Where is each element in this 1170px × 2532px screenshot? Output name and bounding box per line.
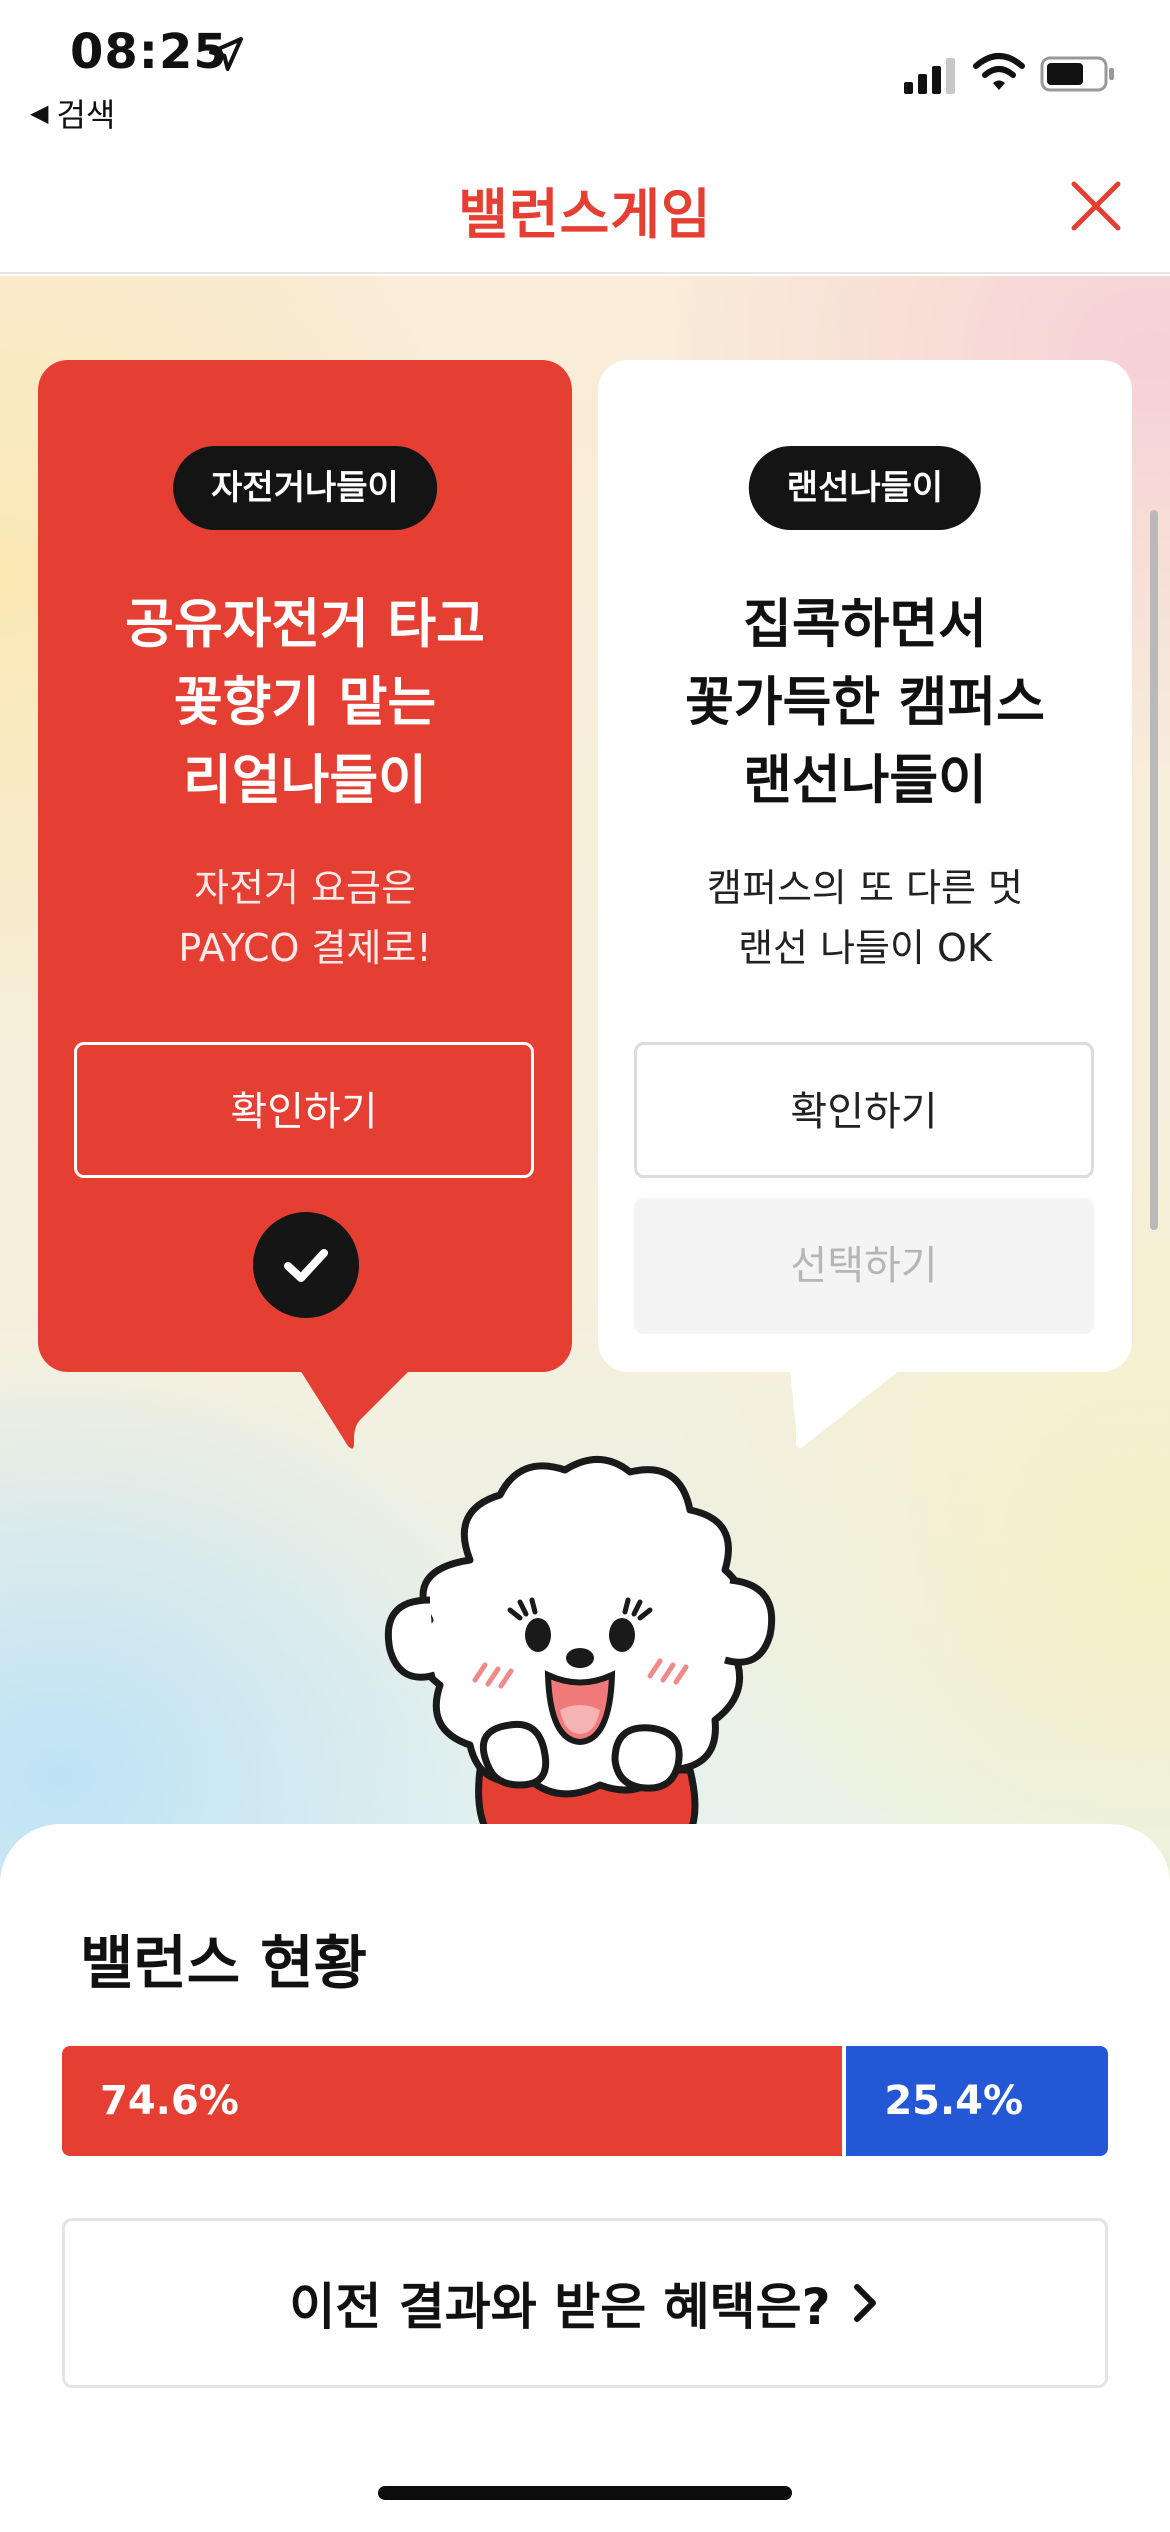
app-header: 밸런스게임 bbox=[0, 140, 1170, 274]
option-card-bike[interactable]: 자전거나들이 공유자전거 타고 꽃향기 맡는 리얼나들이 자전거 요금은 PAY… bbox=[38, 360, 572, 1372]
check-icon bbox=[284, 1249, 328, 1282]
page-title: 밸런스게임 bbox=[458, 183, 712, 246]
previous-results-button[interactable]: 이전 결과와 받은 혜택은? bbox=[62, 2218, 1108, 2388]
close-icon[interactable] bbox=[1064, 174, 1128, 238]
scrollbar[interactable] bbox=[1150, 510, 1158, 1230]
signal-icon bbox=[904, 58, 955, 94]
home-indicator bbox=[378, 2486, 792, 2500]
selected-check-badge bbox=[253, 1212, 359, 1318]
location-arrow-icon bbox=[209, 37, 243, 71]
vote-percent-right: 25.4% bbox=[884, 2078, 1024, 2124]
confirm-button[interactable]: 확인하기 bbox=[74, 1042, 534, 1178]
confirm-button[interactable]: 확인하기 bbox=[634, 1042, 1094, 1178]
option-title: 공유자전거 타고 꽃향기 맡는 리얼나들이 bbox=[125, 594, 485, 811]
option-tag: 랜선나들이 bbox=[748, 446, 982, 530]
status-bar: 08:25 ◀ 검색 bbox=[0, 0, 1170, 140]
option-title: 집콕하면서 꽃가득한 캠퍼스 랜선나들이 bbox=[685, 594, 1045, 811]
vote-percent-left: 74.6% bbox=[100, 2078, 239, 2124]
previous-results-label: 이전 결과와 받은 혜택은? bbox=[289, 2278, 831, 2336]
status-time: 08:25 bbox=[70, 24, 228, 80]
balance-status-sheet: 밸런스 현황 74.6% 25.4% 이전 결과와 받은 혜택은? bbox=[0, 1824, 1170, 2532]
back-label: 검색 bbox=[56, 96, 116, 134]
option-description: 자전거 요금은 PAYCO 결제로! bbox=[178, 866, 432, 970]
option-card-online[interactable]: 랜선나들이 집콕하면서 꽃가득한 캠퍼스 랜선나들이 캠퍼스의 또 다른 멋 랜… bbox=[598, 360, 1132, 1372]
option-tag: 자전거나들이 bbox=[173, 446, 437, 530]
wifi-icon bbox=[973, 53, 1025, 90]
speech-tail-left bbox=[300, 1370, 410, 1449]
speech-tail-right bbox=[790, 1370, 900, 1449]
select-button[interactable]: 선택하기 bbox=[634, 1198, 1094, 1334]
chevron-right-icon bbox=[853, 2284, 876, 2322]
mascot-dog-illustration bbox=[384, 1456, 776, 1864]
balance-status-title: 밸런스 현황 bbox=[80, 1929, 367, 1997]
back-triangle-icon: ◀ bbox=[30, 99, 49, 127]
battery-icon bbox=[1040, 56, 1114, 92]
vote-bar-left: 74.6% bbox=[62, 2046, 843, 2156]
back-to-search-link[interactable]: ◀ 검색 bbox=[30, 90, 115, 136]
option-description: 캠퍼스의 또 다른 멋 랜선 나들이 OK bbox=[707, 866, 1023, 970]
vote-bar-right: 25.4% bbox=[846, 2046, 1108, 2156]
vote-ratio-bar: 74.6% 25.4% bbox=[62, 2046, 1108, 2156]
